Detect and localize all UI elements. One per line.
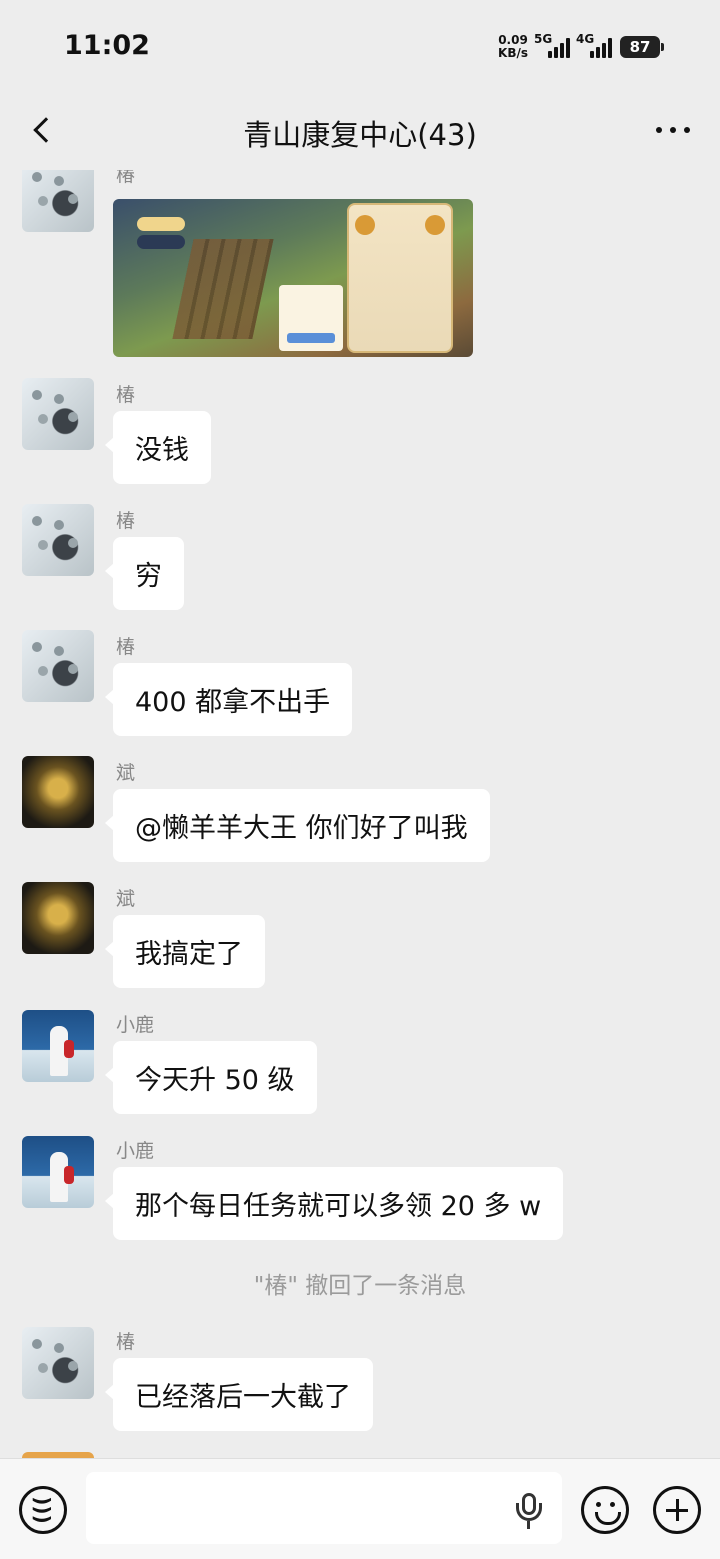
- message-bubble[interactable]: 今天升 50 级: [105, 1041, 317, 1114]
- plus-icon[interactable]: [653, 1486, 701, 1534]
- sender-name: 椿: [116, 510, 136, 532]
- chat-header: 青山康复中心(43): [0, 90, 720, 170]
- sender-name: 小鹿: [116, 1140, 155, 1162]
- cat-paw-avatar[interactable]: [22, 1327, 94, 1399]
- seaside-girl-avatar[interactable]: [22, 1010, 94, 1082]
- message-bubble[interactable]: 那个每日任务就可以多领 20 多 w: [104, 1167, 564, 1240]
- message-bubble[interactable]: 400 都拿不出手: [104, 663, 353, 736]
- sender-name: 椿: [116, 384, 136, 406]
- more-dots-icon[interactable]: [656, 116, 690, 144]
- signal-4g-icon: 4G: [576, 32, 612, 58]
- sender-name: 椿: [116, 170, 136, 186]
- status-time: 11:02: [64, 30, 150, 61]
- input-bar: ))): [0, 1458, 720, 1559]
- sender-name: 椿: [116, 1331, 136, 1353]
- cat-paw-avatar[interactable]: [22, 630, 94, 702]
- seaside-girl-avatar[interactable]: [22, 1136, 94, 1208]
- emoji-icon[interactable]: [581, 1486, 629, 1534]
- status-icons: 0.09 KB/s 5G 4G 87: [498, 30, 664, 64]
- signal-5g-icon: 5G: [534, 32, 570, 58]
- chat-title: 青山康复中心(43): [243, 118, 477, 152]
- sender-name: 斌: [116, 888, 136, 910]
- sender-name: 小鹿: [116, 1014, 155, 1036]
- sender-name: 斌: [116, 762, 136, 784]
- message-list[interactable]: 椿 椿 没钱 椿 穷 椿 400 都拿不出手 斌 @懒羊羊大王 你们好了叫我 斌…: [0, 170, 720, 1458]
- image-message[interactable]: [113, 199, 473, 357]
- golden-armor-avatar[interactable]: [22, 882, 94, 954]
- voice-icon[interactable]: ))): [19, 1486, 67, 1534]
- message-bubble[interactable]: 没钱: [105, 411, 211, 484]
- cat-paw-avatar[interactable]: [22, 378, 94, 450]
- status-bar: 11:02 0.09 KB/s 5G 4G 87: [0, 0, 720, 90]
- cat-paw-avatar[interactable]: [22, 504, 94, 576]
- network-speed: 0.09 KB/s: [498, 33, 528, 60]
- message-input[interactable]: [86, 1472, 562, 1544]
- recall-notice: "椿" 撤回了一条消息: [253, 1273, 467, 1299]
- message-bubble[interactable]: 穷: [105, 537, 184, 610]
- golden-armor-avatar[interactable]: [22, 756, 94, 828]
- message-bubble[interactable]: 已经落后一大截了: [105, 1358, 373, 1431]
- microphone-icon[interactable]: [516, 1493, 542, 1529]
- message-bubble[interactable]: @懒羊羊大王 你们好了叫我: [105, 789, 490, 862]
- message-bubble[interactable]: 我搞定了: [105, 915, 265, 988]
- battery-icon: 87: [620, 36, 664, 58]
- cat-paw-avatar[interactable]: [22, 170, 94, 232]
- sender-name: 椿: [116, 636, 136, 658]
